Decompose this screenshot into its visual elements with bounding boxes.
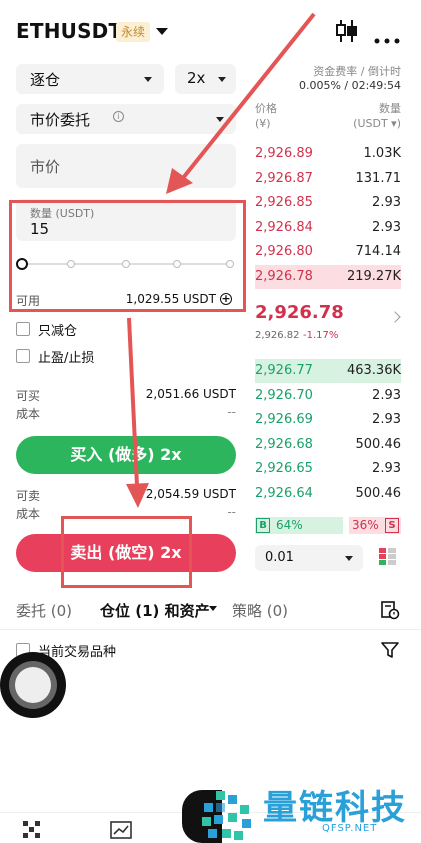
grid-icon[interactable] — [22, 820, 42, 840]
order-price: 2,926.84 — [255, 219, 313, 235]
tab-strategy[interactable]: 策略 (0) — [232, 600, 288, 621]
ask-row[interactable]: 2,926.89 1.03K — [255, 142, 401, 166]
bid-row[interactable]: 2,926.69 2.93 — [255, 408, 401, 432]
watermark-url: QFSP.NET — [322, 823, 378, 834]
price-header: 价格 — [255, 102, 277, 115]
order-price: 2,926.77 — [255, 363, 313, 378]
ask-row[interactable]: 2,926.87 131.71 — [255, 167, 401, 191]
order-price: 2,926.89 — [255, 146, 313, 161]
order-quantity: 2.93 — [372, 195, 401, 211]
order-price: 2,926.78 — [255, 269, 313, 284]
qty-header: 数量 — [379, 102, 401, 115]
order-price: 2,926.64 — [255, 486, 313, 501]
order-quantity: 463.36K — [346, 363, 401, 378]
order-price: 2,926.65 — [255, 461, 313, 477]
assistive-touch-button[interactable] — [0, 652, 66, 718]
order-quantity: 1.03K — [363, 146, 401, 161]
ask-row[interactable]: 2,926.78 219.27K — [255, 265, 401, 289]
bid-row[interactable]: 2,926.64 500.46 — [255, 482, 401, 506]
order-history-icon[interactable] — [380, 600, 400, 620]
order-price: 2,926.69 — [255, 412, 313, 428]
order-quantity: 2.93 — [372, 387, 401, 403]
order-quantity: 2.93 — [372, 412, 401, 428]
ask-row[interactable]: 2,926.85 2.93 — [255, 191, 401, 215]
watermark-title: 量链科技 — [263, 788, 407, 828]
chart-icon[interactable] — [110, 820, 132, 840]
price-change: -1.17% — [303, 330, 339, 341]
precision-value: 0.01 — [265, 550, 294, 565]
last-price[interactable]: 2,926.78 — [255, 302, 344, 323]
order-quantity: 131.71 — [355, 170, 402, 186]
bid-row[interactable]: 2,926.77 463.36K — [255, 359, 401, 383]
order-quantity: 714.14 — [355, 244, 402, 260]
mark-price: 2,926.82 — [255, 330, 300, 341]
price-unit: (¥) — [255, 117, 271, 130]
tabs-divider — [0, 629, 421, 630]
chevron-down-icon[interactable] — [209, 606, 217, 611]
order-price: 2,926.80 — [255, 244, 313, 260]
sell-letter: S — [385, 518, 399, 533]
assistive-touch-core — [15, 667, 51, 703]
buy-sell-ratio-bar: B 64% 36% S — [255, 517, 401, 534]
chevron-down-icon — [345, 556, 353, 561]
tab-orders[interactable]: 委托 (0) — [16, 600, 72, 621]
buy-ratio: 64% — [276, 518, 303, 532]
order-quantity: 2.93 — [372, 219, 401, 235]
ask-row[interactable]: 2,926.80 714.14 — [255, 240, 401, 264]
bid-row[interactable]: 2,926.68 500.46 — [255, 433, 401, 457]
order-quantity: 219.27K — [346, 269, 401, 284]
order-quantity: 500.46 — [355, 486, 402, 501]
order-price: 2,926.68 — [255, 436, 313, 452]
order-price: 2,926.85 — [255, 195, 313, 211]
qty-unit-select[interactable]: (USDT ▾) — [330, 117, 401, 130]
order-price: 2,926.87 — [255, 170, 313, 186]
precision-select[interactable]: 0.01 — [255, 545, 363, 571]
qfsp-logo-icon — [198, 787, 256, 843]
orderbook-layout-icon[interactable] — [379, 548, 397, 566]
order-quantity: 500.46 — [355, 436, 402, 452]
ask-row[interactable]: 2,926.84 2.93 — [255, 216, 401, 240]
filter-icon[interactable] — [381, 641, 399, 659]
bid-row[interactable]: 2,926.65 2.93 — [255, 457, 401, 481]
order-price: 2,926.70 — [255, 387, 313, 403]
buy-letter: B — [256, 518, 270, 533]
sell-ratio: 36% — [352, 518, 379, 532]
tab-positions[interactable]: 仓位 (1) 和资产 — [100, 600, 210, 621]
order-quantity: 2.93 — [372, 461, 401, 477]
bid-row[interactable]: 2,926.70 2.93 — [255, 384, 401, 408]
